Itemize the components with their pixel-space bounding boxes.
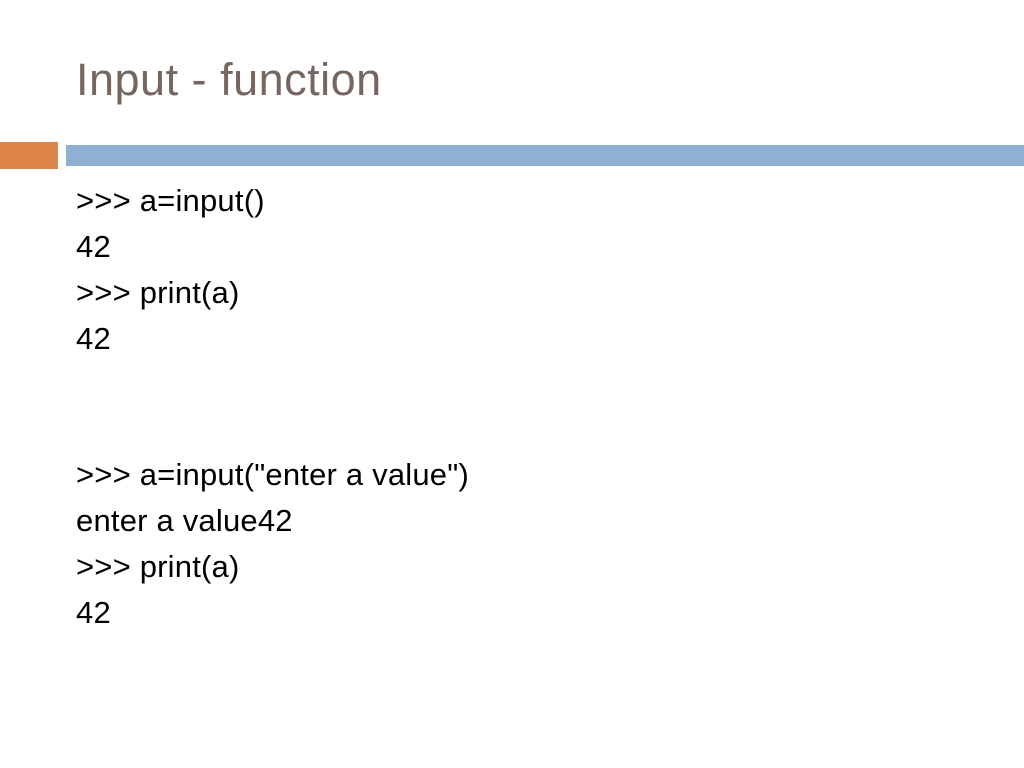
code-line: >>> a=input() — [76, 183, 265, 218]
code-line: 42 — [76, 229, 111, 264]
code-line: 42 — [76, 321, 111, 356]
code-line: >>> a=input("enter a value") — [76, 457, 469, 492]
page-title: Input - function — [76, 54, 382, 105]
code-line: >>> print(a) — [76, 549, 240, 584]
accent-bar-blue — [66, 145, 1024, 166]
slide-body: >>> a=input() 42 >>> print(a) 42 >>> a=i… — [76, 178, 976, 636]
code-line: >>> print(a) — [76, 275, 240, 310]
accent-block-orange — [0, 142, 58, 169]
code-line: 42 — [76, 595, 111, 630]
code-block-1: >>> a=input() 42 >>> print(a) 42 — [76, 178, 976, 362]
slide: Input - function >>> a=input() 42 >>> pr… — [0, 0, 1024, 768]
code-line: enter a value42 — [76, 503, 293, 538]
code-block-2: >>> a=input("enter a value") enter a val… — [76, 452, 976, 636]
